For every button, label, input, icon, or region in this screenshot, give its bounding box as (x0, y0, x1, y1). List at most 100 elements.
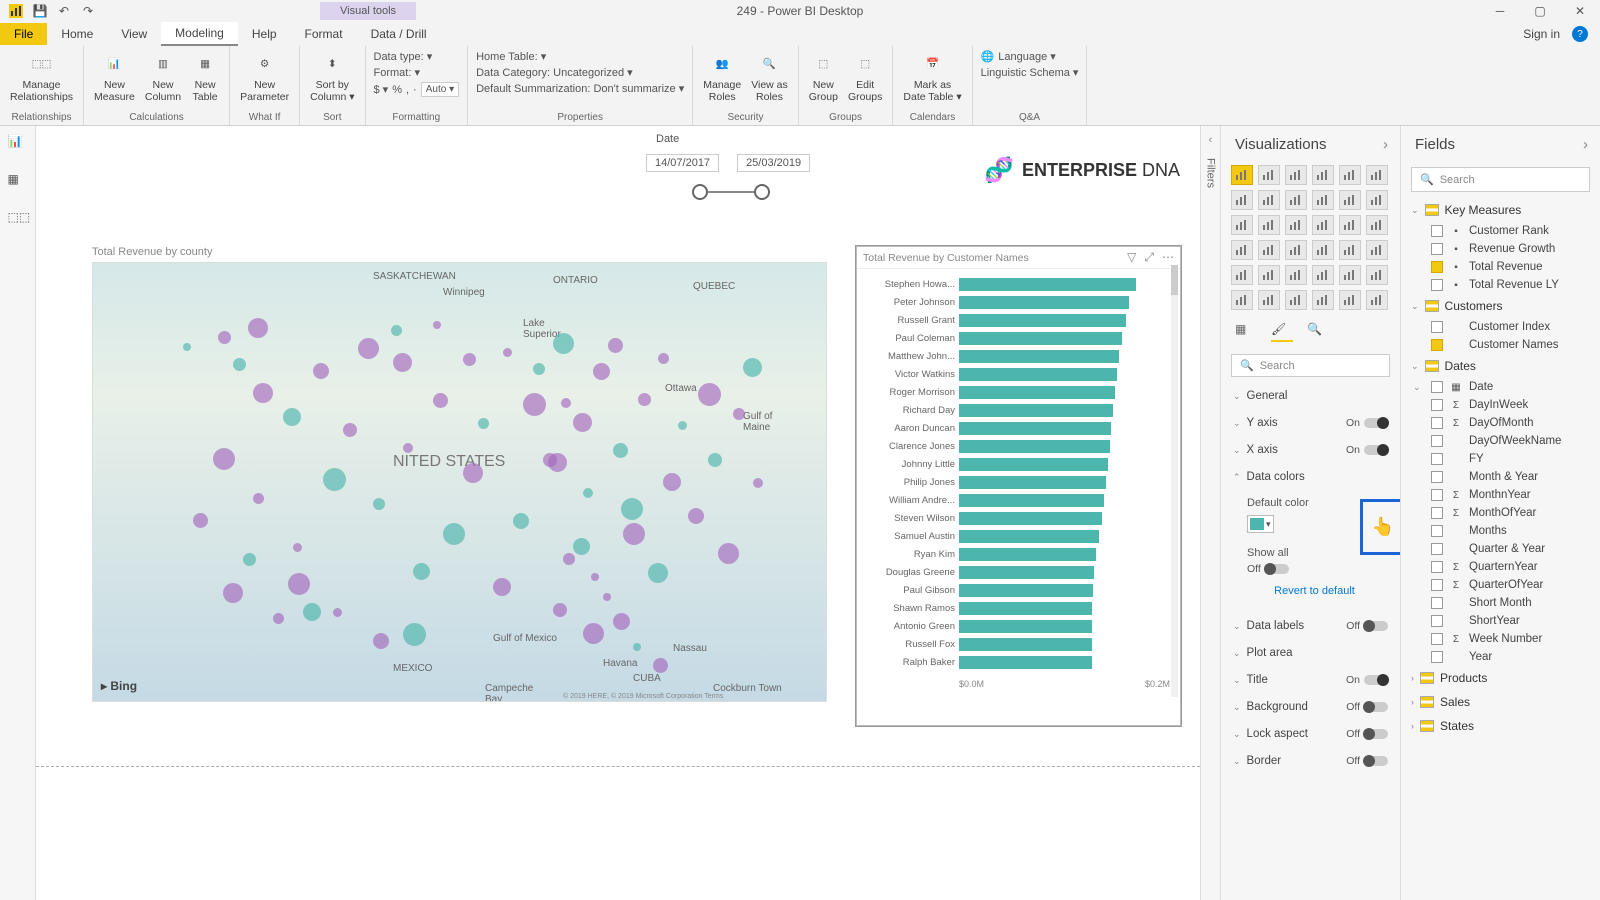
map-bubble[interactable] (183, 343, 191, 351)
revert-to-default-link[interactable]: Revert to default (1247, 575, 1382, 607)
view-as-roles-button[interactable]: 🔍View as Roles (749, 50, 790, 105)
map-bubble[interactable] (373, 633, 389, 649)
map-bubble[interactable] (688, 508, 704, 524)
field-item[interactable]: Year (1407, 648, 1594, 666)
sign-in-link[interactable]: Sign in (1523, 27, 1560, 41)
map-bubble[interactable] (718, 543, 739, 564)
comma-button[interactable]: , (406, 84, 409, 96)
map-bubble[interactable] (743, 358, 762, 377)
collapse-viz-icon[interactable]: › (1383, 136, 1388, 153)
filter-icon[interactable]: ▽ (1127, 250, 1136, 265)
viz-type-icon[interactable] (1339, 165, 1361, 185)
tab-home[interactable]: Home (47, 23, 107, 45)
field-checkbox[interactable] (1431, 651, 1443, 663)
field-table-header[interactable]: ›Sales (1407, 690, 1594, 714)
data-category-dropdown[interactable]: Data Category: Uncategorized ▾ (476, 66, 633, 79)
report-canvas[interactable]: Date 14/07/2017 25/03/2019 🧬 ENTERPRISE … (36, 126, 1200, 900)
field-table-header[interactable]: ⌄Customers (1407, 294, 1594, 318)
field-checkbox[interactable] (1431, 435, 1443, 447)
field-checkbox[interactable] (1431, 597, 1443, 609)
map-bubble[interactable] (293, 543, 302, 552)
viz-type-icon[interactable] (1339, 290, 1361, 310)
viz-type-icon[interactable] (1231, 190, 1253, 210)
format-plot-area[interactable]: ⌄Plot area (1229, 640, 1392, 667)
field-checkbox[interactable] (1431, 633, 1443, 645)
viz-type-icon[interactable] (1366, 240, 1388, 260)
field-checkbox[interactable] (1431, 261, 1443, 273)
field-item[interactable]: ΣWeek Number (1407, 630, 1594, 648)
field-item[interactable]: ▪Total Revenue (1407, 258, 1594, 276)
bar-row[interactable]: Philip Jones (863, 473, 1170, 491)
format-search-input[interactable]: 🔍 Search (1231, 354, 1390, 377)
map-bubble[interactable] (373, 498, 385, 510)
map-bubble[interactable] (393, 353, 412, 372)
field-checkbox[interactable] (1431, 399, 1443, 411)
field-checkbox[interactable] (1431, 543, 1443, 555)
field-item[interactable]: ΣDayOfMonth (1407, 414, 1594, 432)
bar-row[interactable]: Aaron Duncan (863, 419, 1170, 437)
new-column-button[interactable]: ▥New Column (143, 50, 183, 105)
map-bubble[interactable] (613, 613, 630, 630)
bar-row[interactable]: Clarence Jones (863, 437, 1170, 455)
bar-row[interactable]: Antonio Green (863, 617, 1170, 635)
bar-row[interactable]: Russell Fox (863, 635, 1170, 653)
map-bubble[interactable] (708, 453, 722, 467)
tab-data-drill[interactable]: Data / Drill (357, 23, 441, 45)
map-bubble[interactable] (433, 321, 441, 329)
map-bubble[interactable] (561, 398, 571, 408)
field-item[interactable]: FY (1407, 450, 1594, 468)
viz-type-icon[interactable] (1258, 265, 1280, 285)
fields-tab-icon[interactable]: ▦ (1235, 322, 1257, 342)
map-bubble[interactable] (553, 333, 574, 354)
viz-type-icon[interactable] (1339, 265, 1361, 285)
field-item[interactable]: ΣDayInWeek (1407, 396, 1594, 414)
model-view-icon[interactable]: ⬚⬚ (8, 210, 28, 230)
field-item[interactable]: ▪Total Revenue LY (1407, 276, 1594, 294)
field-checkbox[interactable] (1431, 225, 1443, 237)
maximize-button[interactable]: ▢ (1520, 0, 1560, 22)
format-dropdown[interactable]: Format: ▾ (374, 66, 420, 79)
more-options-icon[interactable]: ⋯ (1162, 250, 1174, 265)
bar-row[interactable]: Steven Wilson (863, 509, 1170, 527)
map-bubble[interactable] (313, 363, 329, 379)
map-bubble[interactable] (583, 623, 604, 644)
map-area[interactable]: ▸ Bing SASKATCHEWANONTARIOQUEBECWinnipeg… (92, 262, 827, 702)
map-bubble[interactable] (273, 613, 284, 624)
map-bubble[interactable] (463, 353, 476, 366)
map-bubble[interactable] (591, 573, 599, 581)
viz-type-icon[interactable] (1258, 165, 1280, 185)
viz-type-icon[interactable] (1339, 215, 1361, 235)
map-bubble[interactable] (593, 363, 610, 380)
currency-button[interactable]: $ ▾ (374, 83, 389, 96)
viz-type-icon[interactable] (1366, 265, 1388, 285)
viz-type-icon[interactable] (1312, 165, 1334, 185)
new-measure-button[interactable]: 📊New Measure (92, 50, 137, 105)
manage-relationships-button[interactable]: ⬚⬚Manage Relationships (8, 50, 75, 105)
tab-file[interactable]: File (0, 23, 47, 45)
bar-row[interactable]: Johnny Little (863, 455, 1170, 473)
format-title[interactable]: ⌄TitleOn (1229, 667, 1392, 694)
decimal-button[interactable]: · (413, 84, 417, 96)
field-checkbox[interactable] (1431, 321, 1443, 333)
bar-row[interactable]: Matthew John... (863, 347, 1170, 365)
field-item[interactable]: ▪Revenue Growth (1407, 240, 1594, 258)
bar-row[interactable]: Roger Morrison (863, 383, 1170, 401)
field-checkbox[interactable] (1431, 339, 1443, 351)
viz-type-icon[interactable] (1258, 290, 1280, 310)
field-checkbox[interactable] (1431, 381, 1443, 393)
viz-type-icon[interactable] (1339, 190, 1361, 210)
map-bubble[interactable] (283, 408, 301, 426)
map-bubble[interactable] (503, 348, 512, 357)
field-checkbox[interactable] (1431, 243, 1443, 255)
map-bubble[interactable] (573, 538, 590, 555)
field-item[interactable]: Quarter & Year (1407, 540, 1594, 558)
field-table-header[interactable]: ⌄Key Measures (1407, 198, 1594, 222)
bar-row[interactable]: Victor Watkins (863, 365, 1170, 383)
tab-format[interactable]: Format (291, 23, 357, 45)
field-checkbox[interactable] (1431, 489, 1443, 501)
map-bubble[interactable] (248, 318, 268, 338)
field-checkbox[interactable] (1431, 525, 1443, 537)
auto-decimals-dropdown[interactable]: Auto ▾ (421, 82, 459, 97)
map-bubble[interactable] (333, 608, 342, 617)
map-bubble[interactable] (633, 643, 641, 651)
